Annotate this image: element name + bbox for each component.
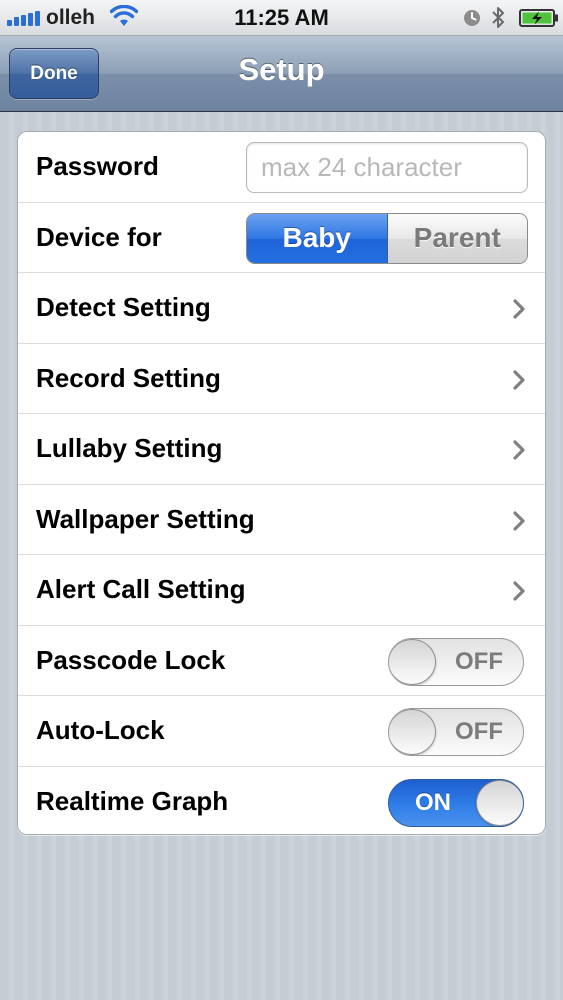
navigation-bar: Done Setup [0,36,563,112]
passcode-lock-label: Passcode Lock [36,644,226,675]
realtime-graph-row: Realtime Graph ON [18,767,545,835]
toggle-knob [476,779,523,826]
alert-call-setting-label: Alert Call Setting [36,574,246,605]
auto-lock-toggle[interactable]: OFF [388,708,524,756]
record-setting-label: Record Setting [36,362,221,393]
chevron-right-icon [513,369,525,390]
lullaby-setting-label: Lullaby Setting [36,433,223,464]
passcode-lock-toggle[interactable]: OFF [388,637,524,686]
alert-call-setting-row[interactable]: Alert Call Setting [18,555,545,626]
password-field[interactable] [246,142,528,193]
wallpaper-setting-row[interactable]: Wallpaper Setting [18,485,545,555]
password-row: Password [18,132,545,203]
device-for-label: Device for [36,221,162,252]
device-for-segmented-control: Baby Parent [246,212,528,264]
bluetooth-icon [492,7,504,28]
realtime-graph-toggle[interactable]: ON [388,778,524,827]
detect-setting-label: Detect Setting [36,292,211,323]
alarm-clock-icon [464,10,480,26]
auto-lock-row: Auto-Lock OFF [18,696,545,767]
password-label: Password [36,151,159,182]
segment-parent[interactable]: Parent [387,213,527,263]
toggle-knob [389,638,436,685]
settings-group: Password Device for Baby Parent Detect S… [17,131,546,835]
passcode-lock-row: Passcode Lock OFF [18,626,545,696]
auto-lock-label: Auto-Lock [36,715,165,746]
chevron-right-icon [513,581,525,601]
segment-baby[interactable]: Baby [247,213,388,263]
toggle-state-label: OFF [455,647,503,675]
toggle-knob [389,709,436,755]
chevron-right-icon [513,510,525,531]
device-for-row: Device for Baby Parent [18,203,545,273]
status-bar: olleh 11:25 AM [0,0,563,36]
page-title: Setup [238,52,325,87]
chevron-right-icon [513,440,525,460]
battery-charging-icon [519,9,558,27]
realtime-graph-label: Realtime Graph [36,786,229,817]
lullaby-setting-row[interactable]: Lullaby Setting [18,414,545,485]
chevron-right-icon [513,299,525,319]
detect-setting-row[interactable]: Detect Setting [18,273,545,344]
toggle-state-label: OFF [455,718,503,745]
wallpaper-setting-label: Wallpaper Setting [36,503,255,534]
toggle-state-label: ON [415,788,451,816]
record-setting-row[interactable]: Record Setting [18,344,545,414]
